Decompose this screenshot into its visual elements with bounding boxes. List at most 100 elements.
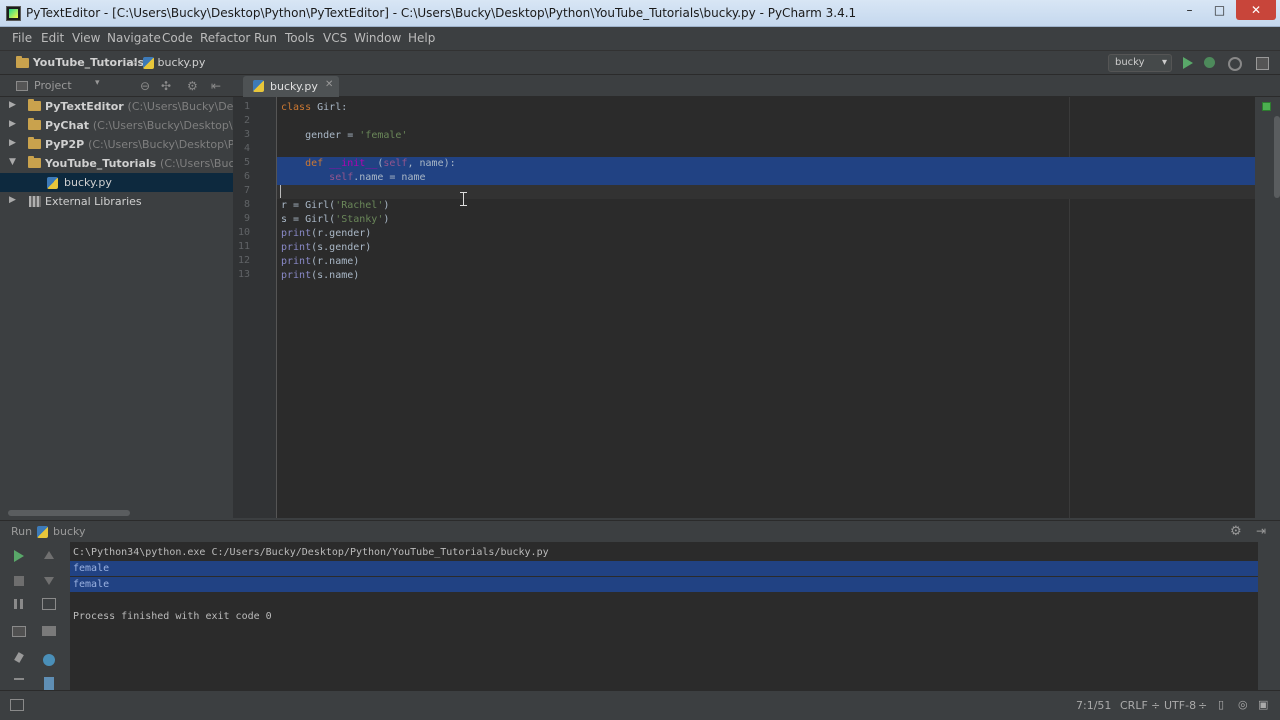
expand-arrow-icon[interactable]: ▶ bbox=[9, 119, 16, 129]
expand-arrow-icon[interactable]: ▶ bbox=[9, 100, 16, 110]
line-separator[interactable]: CRLF bbox=[1120, 699, 1148, 712]
tab-bucky-py[interactable]: bucky.py ✕ bbox=[243, 76, 339, 97]
line-number: 2 bbox=[243, 115, 250, 126]
run-panel-tab[interactable]: bucky bbox=[53, 525, 86, 538]
tree-item-external-libraries[interactable]: ▶ External Libraries bbox=[0, 192, 233, 211]
collapse-arrow-icon[interactable]: ▼ bbox=[9, 157, 16, 167]
print-icon[interactable] bbox=[41, 623, 57, 639]
tree-item-pyp2p[interactable]: ▶ PyP2P (C:\Users\Bucky\Desktop\Pyth bbox=[0, 135, 233, 154]
code-line-current[interactable] bbox=[277, 185, 1255, 199]
tree-item-path: (C:\Users\Bucky\Deskto bbox=[127, 100, 233, 113]
menu-help[interactable]: Help bbox=[408, 31, 435, 45]
search-everywhere-icon[interactable] bbox=[1254, 55, 1270, 71]
breadcrumb-file-label: bucky.py bbox=[157, 56, 206, 69]
gear-icon[interactable]: ⚙ bbox=[187, 79, 198, 93]
menu-run[interactable]: Run bbox=[254, 31, 277, 45]
inspection-ok-icon[interactable] bbox=[1262, 102, 1271, 111]
close-button[interactable]: ✕ bbox=[1236, 0, 1276, 20]
run-toolbar bbox=[0, 542, 70, 690]
menu-window[interactable]: Window bbox=[354, 31, 401, 45]
caret-position[interactable]: 7:1/51 bbox=[1076, 699, 1111, 712]
project-panel-header: Project ▾ ⊖ ✣ ⚙ ⇤ bbox=[0, 75, 233, 97]
python-file-icon bbox=[253, 80, 264, 92]
code-line[interactable]: r = Girl('Rachel') bbox=[277, 199, 1255, 213]
tool-windows-toggle-icon[interactable] bbox=[10, 699, 24, 711]
python-file-icon bbox=[37, 526, 48, 538]
file-encoding[interactable]: UTF-8 bbox=[1164, 699, 1196, 712]
hide-panel-icon[interactable]: ⇤ bbox=[211, 79, 221, 93]
scroll-from-source-icon[interactable]: ✣ bbox=[161, 79, 171, 93]
horizontal-scrollbar[interactable] bbox=[8, 510, 130, 516]
rerun-icon[interactable] bbox=[11, 549, 27, 565]
chevron-down-icon[interactable]: ▾ bbox=[95, 78, 100, 88]
gear-icon[interactable]: ⚙ bbox=[1230, 524, 1242, 539]
encoding-chevron-icon: ÷ bbox=[1198, 699, 1208, 712]
menu-refactor[interactable]: Refactor bbox=[200, 31, 250, 45]
event-log-icon[interactable]: ▣ bbox=[1258, 698, 1268, 711]
menu-file[interactable]: File bbox=[12, 31, 32, 45]
code-line[interactable]: print(r.name) bbox=[277, 255, 1255, 269]
code-line[interactable]: s = Girl('Stanky') bbox=[277, 213, 1255, 227]
expand-arrow-icon[interactable]: ▶ bbox=[9, 138, 16, 148]
hide-panel-icon[interactable]: ⇥ bbox=[1256, 524, 1266, 538]
hector-icon[interactable]: ◎ bbox=[1238, 698, 1248, 711]
folder-icon bbox=[28, 118, 41, 130]
run-icon[interactable] bbox=[1180, 55, 1196, 71]
stop-icon[interactable] bbox=[11, 573, 27, 589]
run-console[interactable]: C:\Python34\python.exe C:/Users/Bucky/De… bbox=[70, 542, 1280, 690]
maximize-button[interactable]: □ bbox=[1206, 0, 1233, 20]
code-editor[interactable]: class Girl: gender = 'female' def __init… bbox=[277, 97, 1255, 518]
lock-icon[interactable]: ▯ bbox=[1218, 698, 1224, 711]
code-line[interactable]: print(s.name) bbox=[277, 269, 1255, 283]
tree-item-pychat[interactable]: ▶ PyChat (C:\Users\Bucky\Desktop\Pyt bbox=[0, 116, 233, 135]
menu-edit[interactable]: Edit bbox=[41, 31, 64, 45]
tree-item-bucky-py[interactable]: bucky.py bbox=[0, 173, 233, 192]
code-line[interactable]: gender = 'female' bbox=[277, 129, 1255, 143]
code-token: __init__ bbox=[323, 158, 378, 169]
soft-wrap-icon[interactable] bbox=[41, 596, 57, 612]
expand-arrow-icon[interactable]: ▶ bbox=[9, 195, 16, 205]
tree-item-path: (C:\Users\Bucky\Desktop\Pyt bbox=[92, 119, 233, 132]
close-tab-icon[interactable]: ✕ bbox=[325, 79, 333, 90]
debug-icon[interactable] bbox=[1202, 55, 1218, 71]
window-title-bar: PyTextEditor - [C:\Users\Bucky\Desktop\P… bbox=[0, 0, 1280, 27]
tree-item-pytexteditor[interactable]: ▶ PyTextEditor (C:\Users\Bucky\Deskto bbox=[0, 97, 233, 116]
line-number: 13 bbox=[237, 269, 250, 280]
breadcrumb-project[interactable]: YouTube_Tutorials bbox=[16, 56, 144, 69]
code-token: self bbox=[329, 172, 354, 183]
collapse-all-icon[interactable]: ⊖ bbox=[140, 79, 150, 93]
menu-view[interactable]: View bbox=[72, 31, 100, 45]
code-token: ) bbox=[383, 214, 390, 225]
line-number: 3 bbox=[243, 129, 250, 140]
tree-item-youtube-tutorials[interactable]: ▼ YouTube_Tutorials (C:\Users\Bucky\D bbox=[0, 154, 233, 173]
menu-vcs[interactable]: VCS bbox=[323, 31, 347, 45]
code-line[interactable]: print(r.gender) bbox=[277, 227, 1255, 241]
code-line[interactable]: print(s.gender) bbox=[277, 241, 1255, 255]
tree-item-label: PyChat bbox=[45, 119, 90, 132]
menu-navigate[interactable]: Navigate bbox=[107, 31, 161, 45]
line-number: 12 bbox=[237, 255, 250, 266]
breadcrumb-file[interactable]: bucky.py bbox=[143, 56, 205, 69]
code-token: 'Stanky' bbox=[335, 214, 384, 225]
code-token: 'Rachel' bbox=[335, 200, 384, 211]
scroll-up-icon[interactable] bbox=[41, 549, 57, 565]
editor-vertical-scrollbar[interactable] bbox=[1274, 116, 1280, 198]
console-scrollbar[interactable] bbox=[1258, 542, 1280, 690]
line-number: 8 bbox=[243, 199, 250, 210]
pin-icon[interactable] bbox=[11, 652, 27, 668]
code-line[interactable]: class Girl: bbox=[277, 101, 1255, 115]
menu-code[interactable]: Code bbox=[162, 31, 193, 45]
scroll-down-icon[interactable] bbox=[41, 573, 57, 589]
run-configuration-select[interactable]: bucky ▾ bbox=[1108, 54, 1172, 72]
minimize-button[interactable]: – bbox=[1176, 0, 1203, 20]
folder-icon bbox=[28, 137, 41, 149]
pause-icon[interactable] bbox=[11, 596, 27, 612]
menu-tools[interactable]: Tools bbox=[285, 31, 315, 45]
tree-item-label: PyP2P bbox=[45, 138, 85, 151]
code-line-selected[interactable]: def __init__(self, name): bbox=[277, 157, 1255, 171]
python-console-icon[interactable] bbox=[41, 652, 57, 668]
dump-threads-icon[interactable] bbox=[11, 623, 27, 639]
code-line-selected[interactable]: self.name = name bbox=[277, 171, 1255, 185]
coverage-icon[interactable] bbox=[1226, 55, 1242, 71]
